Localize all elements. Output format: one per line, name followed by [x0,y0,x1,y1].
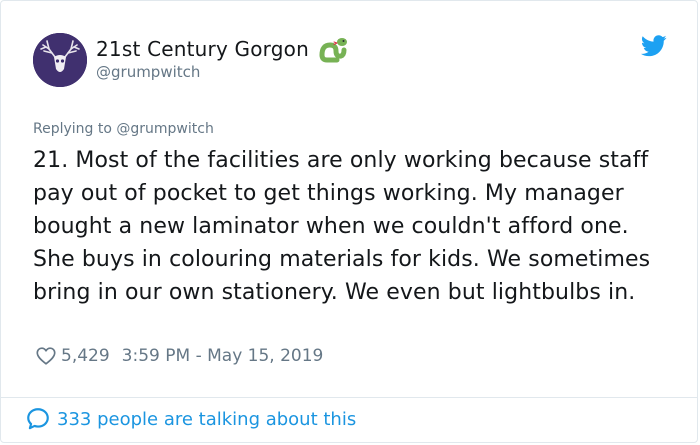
tweet-meta: 5,429 3:59 PM - May 15, 2019 [35,345,323,367]
speech-bubble-icon [27,408,49,430]
heart-icon[interactable] [35,345,57,367]
tweet-header: 21st Century Gorgon @grumpwitch [33,33,667,89]
display-name[interactable]: 21st Century Gorgon [96,37,309,61]
twitter-bird-icon[interactable] [641,34,667,58]
replying-to[interactable]: Replying to @grumpwitch [33,121,214,137]
conversation-link[interactable]: 333 people are talking about this [25,406,356,432]
display-name-row: 21st Century Gorgon [96,35,347,63]
like-count[interactable]: 5,429 [61,346,110,366]
divider [1,397,697,398]
snake-emoji-icon [319,38,347,63]
tweet-text: 21. Most of the facilities are only work… [33,148,651,305]
timestamp[interactable]: 3:59 PM - May 15, 2019 [122,346,324,366]
stag-skull-icon [33,33,87,87]
tweet-card: 21st Century Gorgon @grumpwitch Replying… [0,0,698,443]
avatar[interactable] [33,33,87,87]
author-handle[interactable]: @grumpwitch [96,63,347,81]
author-info: 21st Century Gorgon @grumpwitch [96,35,347,81]
conversation-text: 333 people are talking about this [57,408,357,430]
